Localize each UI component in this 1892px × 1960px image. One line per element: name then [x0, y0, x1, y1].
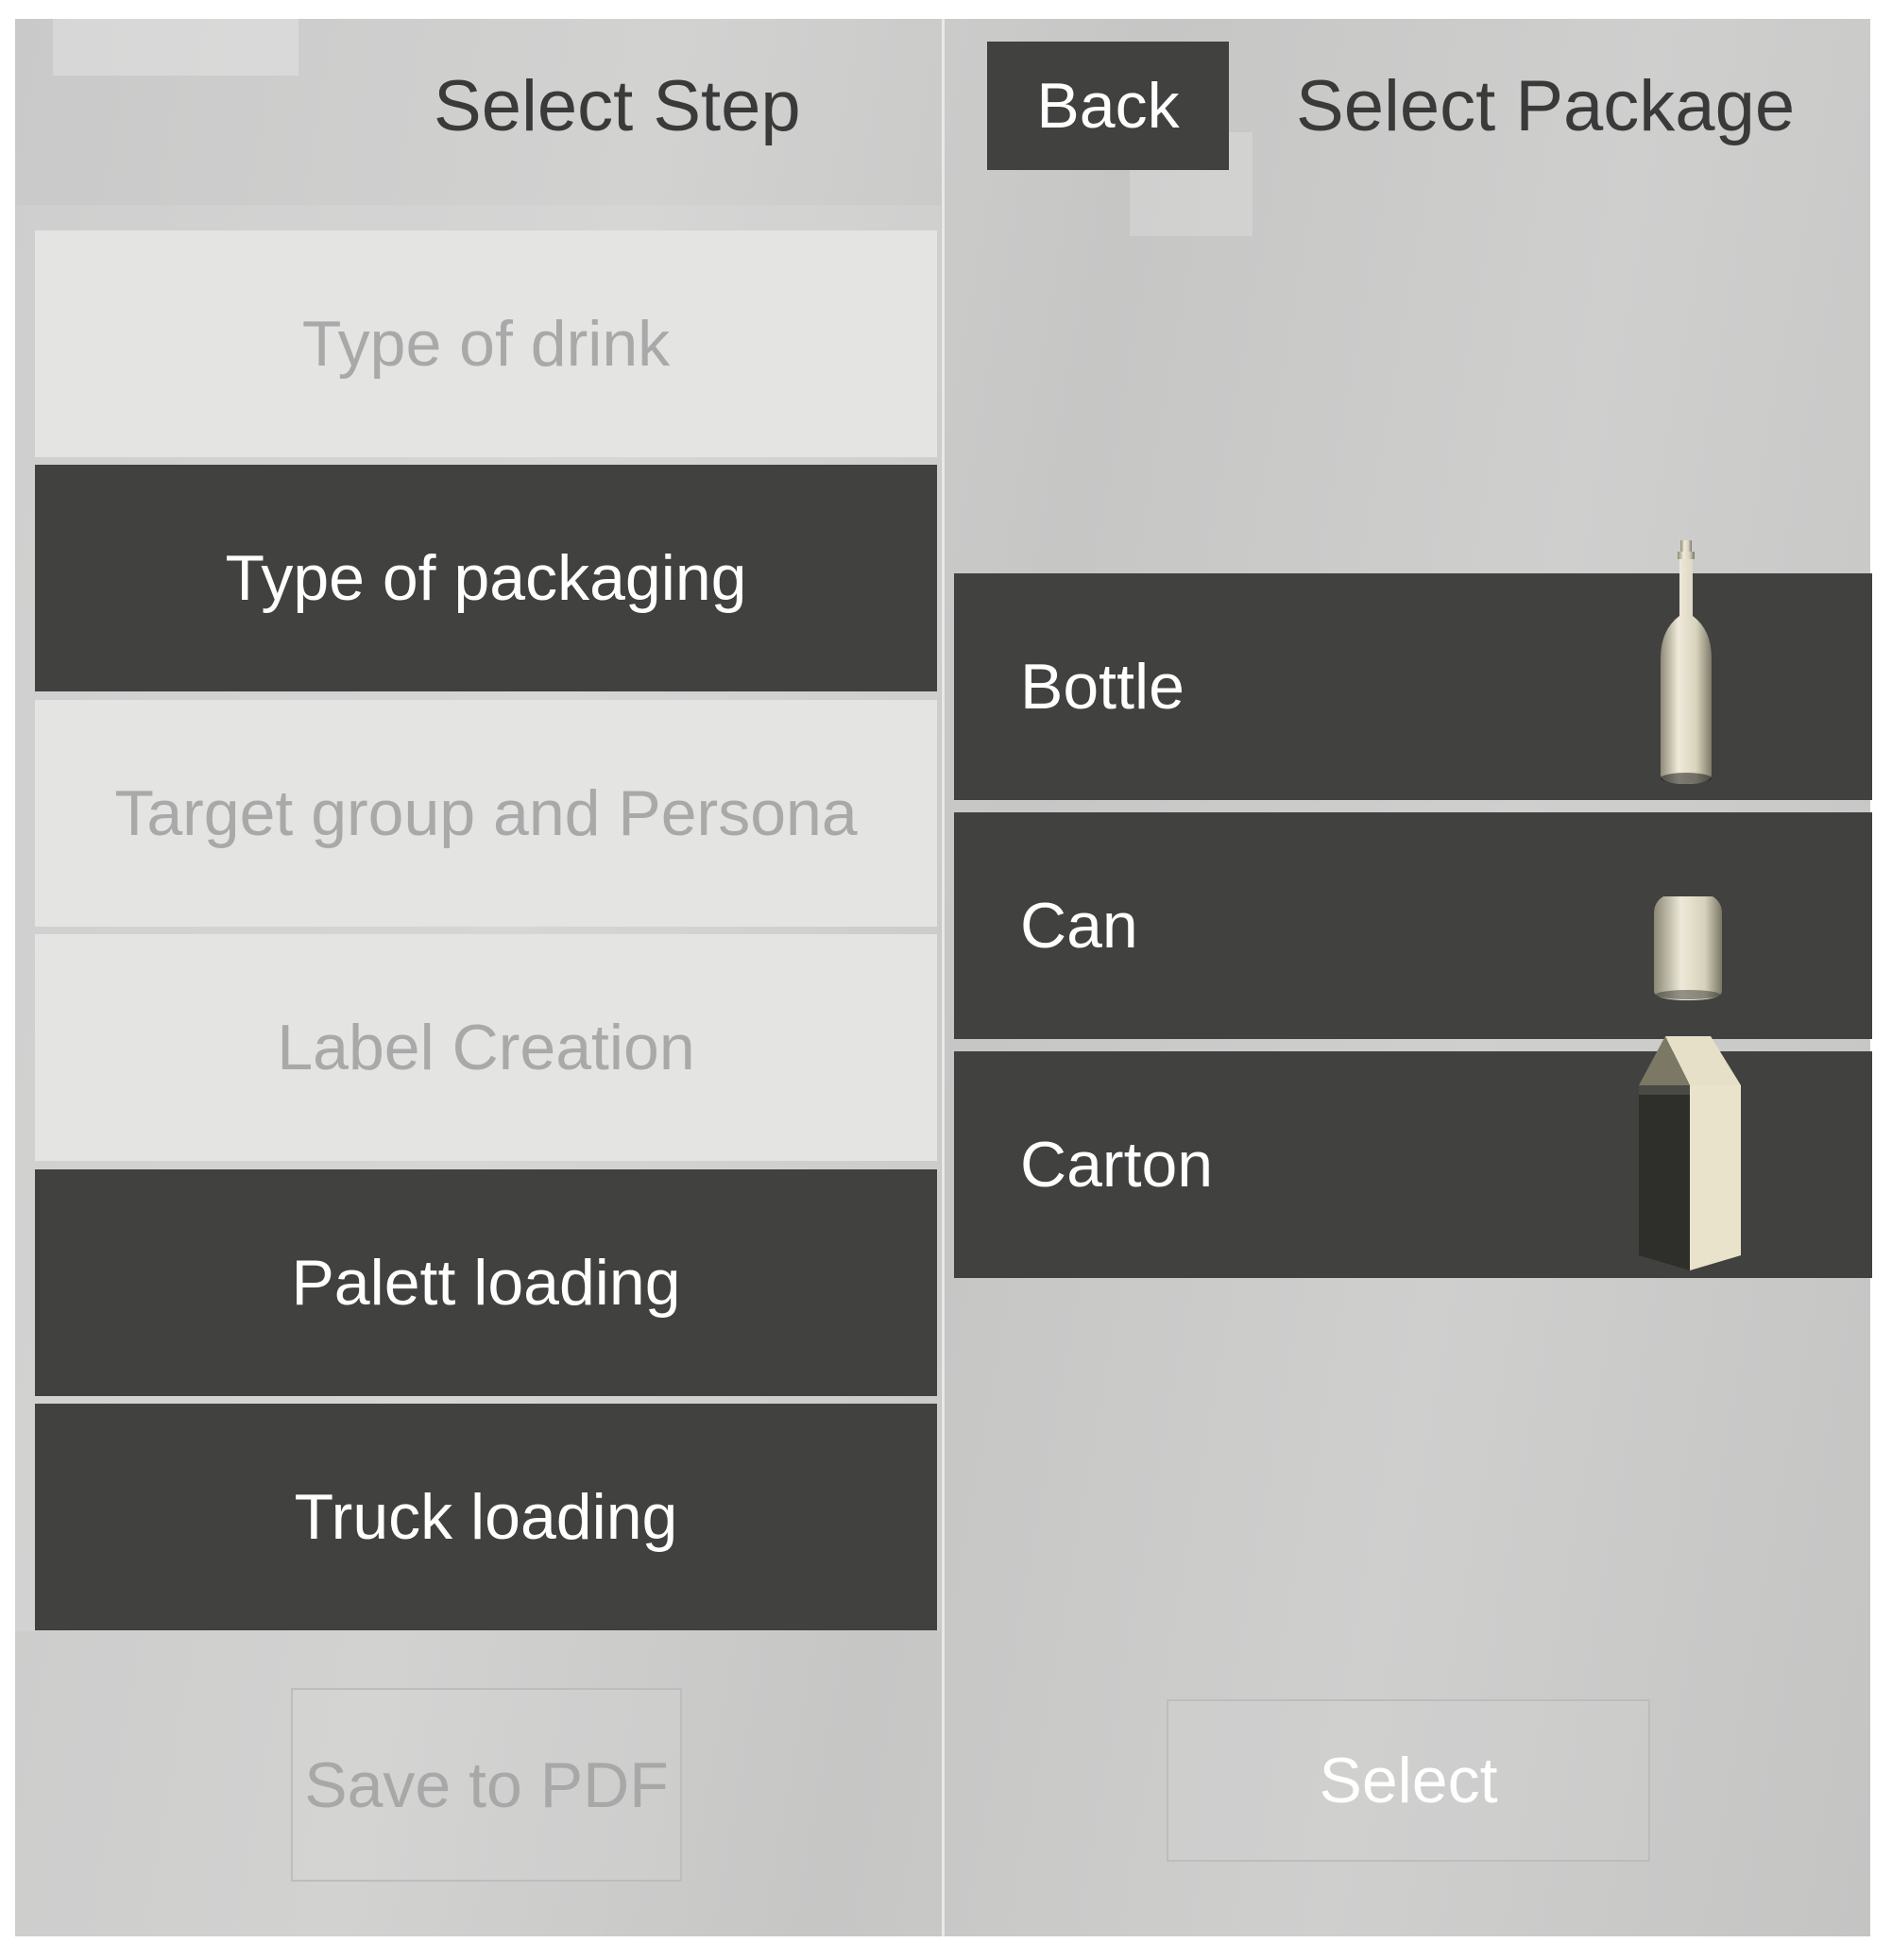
bottle-icon [1661, 540, 1712, 784]
package-item-label: Can [1020, 890, 1138, 962]
back-button[interactable]: Back [987, 42, 1229, 170]
step-item-label: Truck loading [294, 1481, 678, 1553]
select-button[interactable]: Select [1167, 1699, 1650, 1862]
step-item-target-group: Target group and Persona [35, 700, 937, 927]
step-item-label: Target group and Persona [114, 777, 858, 849]
select-step-panel: Select Step Type of drink Type of packag… [15, 19, 941, 1936]
package-list: Bottle Can Carton [949, 205, 1872, 1716]
save-to-pdf-button[interactable]: Save to PDF [291, 1688, 682, 1882]
step-item-palett-loading[interactable]: Palett loading [35, 1169, 937, 1396]
step-list: Type of drink Type of packaging Target g… [15, 205, 941, 1631]
package-item-label: Bottle [1020, 651, 1185, 723]
package-item-can[interactable]: Can [954, 812, 1872, 1039]
package-item-label: Carton [1020, 1129, 1214, 1201]
step-item-label: Label Creation [277, 1012, 695, 1083]
step-item-label: Type of packaging [225, 542, 747, 614]
step-item-truck-loading[interactable]: Truck loading [35, 1404, 937, 1630]
step-item-type-of-packaging[interactable]: Type of packaging [35, 465, 937, 691]
select-package-panel: Back Select Package Bottle Can Carton Se… [945, 19, 1872, 1936]
step-item-label: Type of drink [301, 308, 671, 380]
carton-icon [1639, 1036, 1741, 1270]
select-step-title: Select Step [434, 66, 801, 146]
select-package-title: Select Package [1296, 66, 1796, 146]
step-item-label-creation: Label Creation [35, 934, 937, 1161]
can-icon [1654, 896, 1722, 1000]
package-item-bottle[interactable]: Bottle [954, 573, 1872, 800]
step-item-type-of-drink: Type of drink [35, 230, 937, 457]
step-item-label: Palett loading [291, 1247, 681, 1319]
